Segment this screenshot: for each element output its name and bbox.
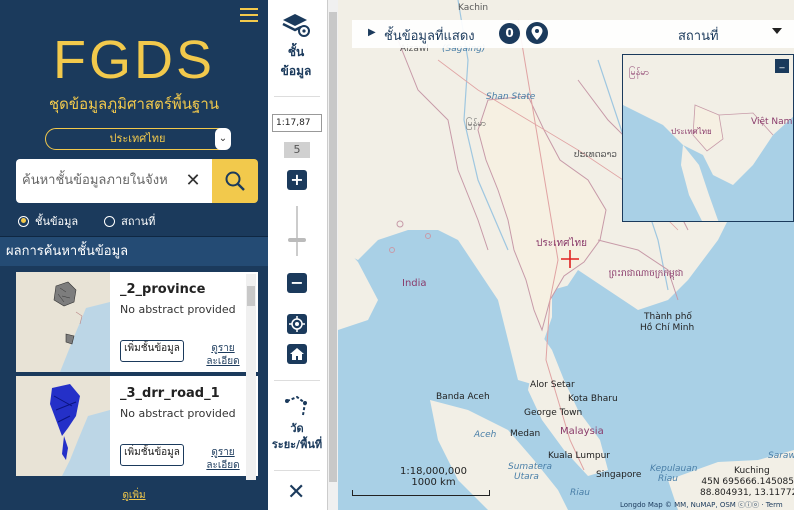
add-layer-button[interactable]: เพิ่มชั้นข้อมูล (120, 444, 184, 466)
overview-label: ประเทศไทย (671, 127, 712, 136)
map-topbar: ▶ ชั้นข้อมูลที่แสดง 0 สถานที่ (352, 20, 794, 48)
map-label: Kota Bharu (568, 394, 618, 404)
zoom-in-button[interactable]: + (287, 170, 307, 190)
measure-icon (285, 395, 307, 416)
overview-label: မြန်မာ (629, 68, 650, 78)
map-label: Malaysia (560, 426, 604, 437)
app-subtitle: ชุดข้อมูลภูมิศาสตร์พื้นฐาน (48, 95, 220, 113)
measure-label-1: วัด (290, 422, 304, 435)
measure-button[interactable]: วัด ระยะ/พื้นที่ (268, 393, 326, 452)
radio-layer-label: ชั้นข้อมูล (35, 215, 79, 228)
coords-utm: 45N 695666.145085 (701, 477, 794, 487)
measure-label-2: ระยะ/พื้นที่ (271, 438, 323, 451)
country-select[interactable]: ประเทศไทย ⌄ (45, 128, 231, 150)
layers-label-2: ข้อมูล (280, 64, 312, 78)
coords-latlon: 88.804931, 13.117724 (700, 488, 794, 498)
search-button[interactable] (212, 159, 258, 203)
home-icon (290, 348, 304, 360)
layers-icon (282, 14, 310, 37)
radio-place[interactable] (104, 215, 116, 227)
overview-label: Việt Nam (751, 117, 793, 127)
center-crosshair-icon (561, 250, 579, 268)
map-label: Hồ Chí Minh (640, 323, 695, 333)
results-header: ผลการค้นหาชั้นข้อมูล (0, 236, 268, 266)
map-label: Singapore (596, 470, 642, 480)
map-label: Kuching (734, 466, 770, 476)
scale-bar (352, 490, 490, 496)
map-label: Shan State (486, 92, 536, 102)
overview-map[interactable]: မြန်မာ Việt Nam ประเทศไทย _ (622, 54, 794, 222)
map-label: Sumatera (508, 462, 552, 472)
more-link[interactable]: ดูเพิ่ม (0, 488, 268, 503)
map-label: Banda Aceh (436, 392, 490, 402)
menu-icon[interactable] (240, 8, 258, 22)
map-label: Utara (514, 472, 539, 482)
clear-icon[interactable]: ✕ (178, 159, 208, 203)
chevron-down-icon: ⌄ (215, 128, 231, 150)
scale-select-value: 1:17,87 (276, 118, 311, 128)
result-title[interactable]: _2_province (120, 282, 205, 297)
map-label: Thành phố (644, 312, 692, 322)
home-button[interactable] (287, 344, 307, 364)
map-pin-icon (531, 26, 543, 40)
map-label: George Town (524, 408, 583, 418)
coordinates-readout: 45N 695666.145085 88.804931, 13.117724 (700, 477, 794, 499)
place-pin-button[interactable] (526, 22, 548, 44)
map-label: ประเทศไทย (536, 238, 587, 249)
result-abstract: No abstract provided (120, 407, 236, 420)
map-label: Riau (658, 474, 678, 484)
map-label: Riau (570, 488, 590, 498)
map-label: Alor Setar (530, 380, 575, 390)
zoom-out-button[interactable]: − (287, 273, 307, 293)
zoom-slider-handle[interactable] (288, 238, 306, 242)
result-abstract: No abstract provided (120, 303, 236, 316)
map-scale: 1:18,000,000 1000 km (400, 466, 467, 488)
result-card: _3_drr_road_1 No abstract provided เพิ่ม… (16, 376, 258, 476)
logo: FGDS (52, 30, 215, 90)
chevron-down-icon[interactable] (772, 28, 782, 34)
map-label: Kachin (458, 3, 489, 13)
radio-place-label: สถานที่ (121, 215, 156, 228)
result-card: _2_province No abstract provided เพิ่มชั… (16, 272, 258, 372)
view-detail-link[interactable]: ดูรายละเอียด (202, 446, 244, 472)
view-detail-link[interactable]: ดูรายละเอียด (202, 342, 244, 368)
map-label: Kuala Lumpur (548, 451, 610, 461)
shown-layers-label[interactable]: ชั้นข้อมูลที่แสดง (384, 25, 475, 46)
results-scrollbar[interactable] (246, 274, 256, 480)
scale-select[interactable]: 1:17,87 (272, 114, 322, 132)
layers-button[interactable]: ชั้น ข้อมูล (268, 12, 324, 79)
add-layer-button[interactable]: เพิ่มชั้นข้อมูล (120, 340, 184, 362)
toolbar-scrollbar[interactable] (328, 0, 338, 510)
map-label: Medan (510, 429, 541, 439)
map-label: Sarawa (768, 451, 794, 461)
country-select-value: ประเทศไทย (109, 132, 166, 145)
map-label: Aceh (474, 430, 497, 440)
layers-count-badge: 0 (499, 23, 520, 44)
close-icon[interactable]: ✕ (287, 482, 305, 504)
layers-label-1: ชั้น (287, 45, 305, 59)
result-title[interactable]: _3_drr_road_1 (120, 386, 220, 401)
expand-arrow-icon[interactable]: ▶ (368, 27, 376, 38)
zoom-level: 5 (284, 142, 310, 158)
map-label: ព្រះរាជាណាចក្រកម្ពុជា (608, 269, 684, 279)
zoom-slider-track[interactable] (296, 206, 298, 256)
map-scale-distance: 1000 km (411, 477, 456, 488)
search-mode: ชั้นข้อมูล สถานที่ (18, 212, 155, 230)
locate-icon (289, 316, 305, 332)
map-toolbar: ชั้น ข้อมูล 1:17,87 5 + − วัด ระยะ/พื้นท… (268, 0, 328, 510)
locate-button[interactable] (287, 314, 307, 334)
map-label: မြန်မာ (466, 119, 487, 129)
map-label: ປະເທດລາວ (574, 150, 618, 160)
layer-thumbnail (16, 272, 110, 372)
map-label: Kepulauan (650, 464, 698, 474)
map-label: India (402, 278, 427, 289)
place-select[interactable]: สถานที่ (678, 25, 719, 46)
layer-thumbnail (16, 376, 110, 476)
minimize-icon[interactable]: _ (775, 59, 789, 73)
radio-layer[interactable] (18, 215, 29, 227)
search-icon (225, 171, 245, 191)
map-scale-ratio: 1:18,000,000 (400, 466, 467, 477)
map-credit[interactable]: Longdo Map © MM, NuMAP, OSM ⓒⓘⓞ · Term (620, 500, 794, 510)
